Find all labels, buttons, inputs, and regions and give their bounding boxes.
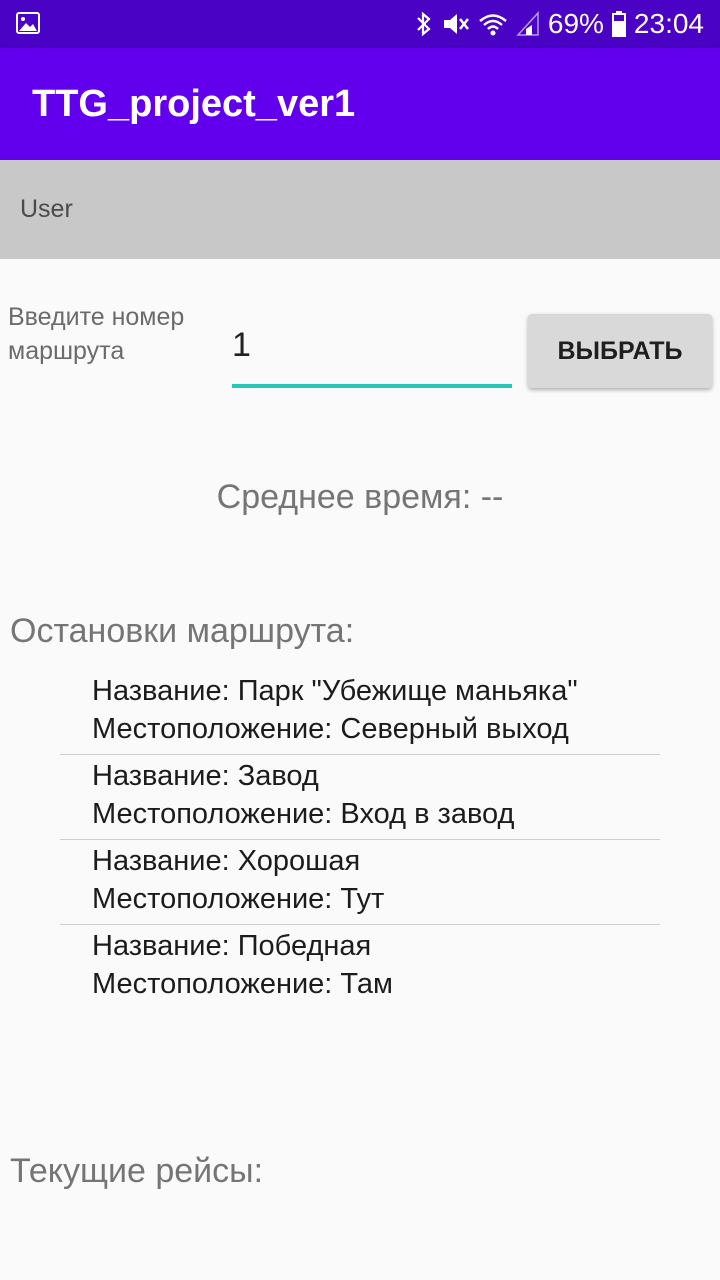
route-stops-heading: Остановки маршрута:: [10, 612, 355, 650]
signal-icon: [516, 11, 540, 37]
average-time-text: Среднее время: --: [216, 478, 504, 516]
stop-name: Название: Парк "Убежище маньяка": [92, 675, 578, 707]
select-button[interactable]: ВЫБРАТЬ: [528, 314, 712, 388]
app-title: TTG_project_ver1: [32, 83, 356, 125]
gallery-notification-icon: [16, 12, 40, 34]
route-number-input[interactable]: [232, 318, 512, 388]
stop-location: Местоположение: Тут: [92, 883, 385, 915]
bluetooth-icon: [414, 11, 434, 37]
stop-name: Название: Завод: [92, 760, 319, 792]
mute-icon: [442, 11, 470, 37]
stop-name: Название: Победная: [92, 930, 372, 962]
battery-icon: [611, 11, 626, 37]
list-item[interactable]: Название: Парк "Убежище маньяка" Местопо…: [60, 670, 660, 755]
status-bar: 69% 23:04: [0, 0, 720, 48]
stop-name: Название: Хорошая: [92, 845, 361, 877]
user-label: User: [20, 195, 73, 223]
list-item[interactable]: Название: Хорошая Местоположение: Тут: [60, 840, 660, 925]
battery-percent: 69%: [547, 8, 604, 39]
list-item[interactable]: Название: Завод Местоположение: Вход в з…: [60, 755, 660, 840]
stop-location: Местоположение: Там: [92, 968, 393, 1000]
clock: 23:04: [633, 8, 704, 39]
stop-location: Местоположение: Северный выход: [92, 713, 569, 745]
list-item[interactable]: Название: Победная Местоположение: Там: [60, 925, 660, 1009]
current-trips-heading: Текущие рейсы:: [10, 1152, 264, 1190]
route-number-label: Введите номер маршрута: [8, 303, 185, 365]
wifi-icon: [478, 11, 508, 37]
route-stops-list: Название: Парк "Убежище маньяка" Местопо…: [60, 670, 660, 1009]
user-strip: User: [0, 160, 720, 259]
stop-location: Местоположение: Вход в завод: [92, 798, 515, 830]
app-bar: TTG_project_ver1: [0, 48, 720, 160]
